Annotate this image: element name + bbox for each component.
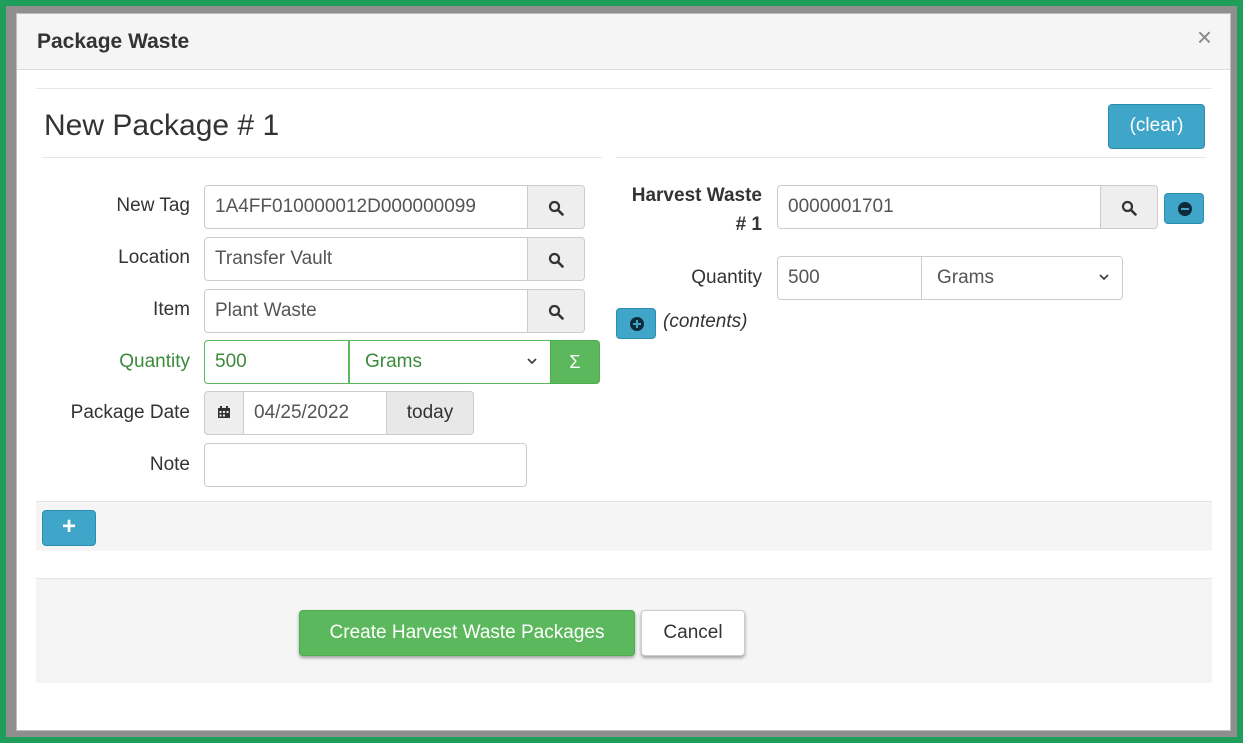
plus-circle-icon	[630, 317, 644, 331]
chevron-down-icon	[1098, 257, 1110, 299]
add-contents-button[interactable]	[616, 308, 656, 339]
harvest-waste-input[interactable]: 0000001701	[777, 185, 1101, 229]
harvest-waste-label-line2: # 1	[735, 214, 762, 235]
harvest-waste-label: Harvest Waste # 1	[596, 181, 762, 239]
modal-title: Package Waste	[37, 30, 190, 53]
harvest-waste-label-line1: Harvest Waste	[631, 185, 762, 206]
item-input[interactable]: Plant Waste	[204, 289, 528, 333]
calendar-icon[interactable]	[204, 391, 244, 435]
divider	[42, 157, 602, 158]
panel-footer: +	[36, 501, 1212, 551]
search-icon	[1121, 201, 1137, 217]
minus-circle-icon	[1178, 202, 1192, 216]
chevron-down-icon	[526, 341, 538, 383]
note-input[interactable]	[204, 443, 527, 487]
quantity-unit-value: Grams	[365, 351, 422, 372]
clear-button[interactable]: (clear)	[1108, 104, 1205, 149]
item-search-button[interactable]	[527, 289, 585, 333]
harvest-quantity-unit-value: Grams	[937, 267, 994, 288]
harvest-quantity-label: Quantity	[691, 267, 762, 288]
sum-quantity-button[interactable]: Σ	[550, 340, 600, 384]
modal-footer: Create Harvest Waste Packages Cancel	[36, 578, 1212, 683]
new-tag-search-button[interactable]	[527, 185, 585, 229]
contents-label: (contents)	[663, 311, 748, 332]
harvest-quantity-unit-select[interactable]: Grams	[921, 256, 1123, 300]
create-harvest-waste-packages-button[interactable]: Create Harvest Waste Packages	[299, 610, 635, 656]
harvest-waste-search-button[interactable]	[1100, 185, 1158, 229]
new-tag-input[interactable]: 1A4FF010000012D000000099	[204, 185, 528, 229]
modal-header: Package Waste ×	[17, 14, 1230, 70]
remove-harvest-waste-button[interactable]	[1164, 193, 1204, 224]
close-icon[interactable]: ×	[1197, 24, 1212, 50]
location-label: Location	[118, 247, 190, 268]
quantity-label: Quantity	[119, 351, 190, 372]
search-icon	[548, 305, 564, 321]
search-icon	[548, 201, 564, 217]
cancel-button[interactable]: Cancel	[641, 610, 745, 656]
package-date-input[interactable]: 04/25/2022	[243, 391, 387, 435]
package-date-label: Package Date	[70, 402, 190, 423]
new-package-panel: New Package # 1 (clear) New Tag 1A4FF010…	[36, 88, 1212, 551]
package-title: New Package # 1	[44, 109, 280, 142]
new-tag-label: New Tag	[116, 195, 190, 216]
quantity-input[interactable]: 500	[204, 340, 349, 384]
divider	[616, 157, 1206, 158]
add-package-button[interactable]: +	[42, 510, 96, 546]
location-search-button[interactable]	[527, 237, 585, 281]
today-button[interactable]: today	[386, 391, 474, 435]
note-label: Note	[149, 454, 190, 475]
quantity-unit-select[interactable]: Grams	[349, 340, 551, 384]
item-label: Item	[153, 299, 190, 320]
search-icon	[548, 253, 564, 269]
location-input[interactable]: Transfer Vault	[204, 237, 528, 281]
harvest-quantity-input[interactable]: 500	[777, 256, 922, 300]
